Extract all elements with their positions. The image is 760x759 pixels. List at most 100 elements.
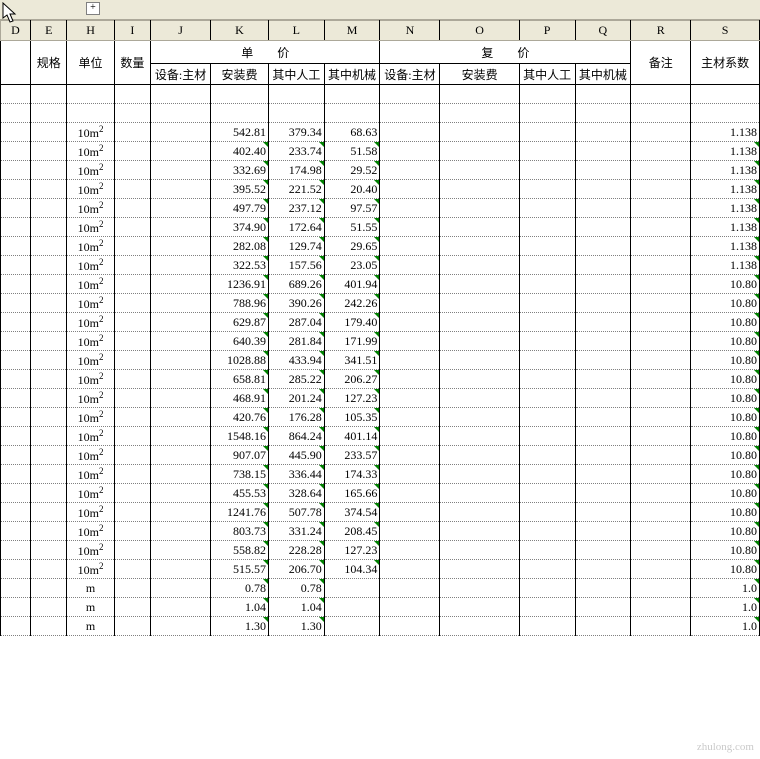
cell-l[interactable]: 328.64 [268, 484, 324, 503]
table-row[interactable]: 10m2803.73331.24208.4510.80 [1, 522, 760, 541]
cell-unit[interactable]: 10m2 [67, 465, 114, 484]
cell-s[interactable]: 10.80 [691, 446, 760, 465]
cell-m[interactable]: 171.99 [324, 332, 380, 351]
cell-m[interactable]: 206.27 [324, 370, 380, 389]
cell-l[interactable]: 176.28 [268, 408, 324, 427]
cell-k[interactable]: 738.15 [211, 465, 269, 484]
table-row[interactable]: 10m2332.69174.9829.521.138 [1, 161, 760, 180]
table-row[interactable]: 10m2 455.53328.64165.66 10.80 [1, 484, 760, 503]
cell-l[interactable]: 864.24 [268, 427, 324, 446]
table-row[interactable]: 10m21028.88433.94341.5110.80 [1, 351, 760, 370]
cell-unit[interactable]: 10m2 [67, 484, 114, 503]
cell-s[interactable]: 10.80 [691, 275, 760, 294]
cell-s[interactable]: 10.80 [691, 351, 760, 370]
cell-unit[interactable]: 10m2 [67, 313, 114, 332]
cell-k[interactable]: 542.81 [211, 123, 269, 142]
cell-l[interactable]: 379.34 [268, 123, 324, 142]
cell-s[interactable]: 10.80 [691, 465, 760, 484]
cell-l[interactable]: 336.44 [268, 465, 324, 484]
cell-m[interactable]: 165.66 [324, 484, 380, 503]
cell-s[interactable]: 1.138 [691, 199, 760, 218]
cell-m[interactable]: 20.40 [324, 180, 380, 199]
cell-unit[interactable]: m [67, 579, 114, 598]
cell-l[interactable]: 507.78 [268, 503, 324, 522]
cell-s[interactable]: 1.138 [691, 180, 760, 199]
table-row[interactable]: 10m2629.87287.04179.4010.80 [1, 313, 760, 332]
cell-m[interactable]: 127.23 [324, 541, 380, 560]
table-row[interactable]: 10m2788.96390.26242.2610.80 [1, 294, 760, 313]
col-header[interactable]: O [440, 21, 519, 41]
cell-s[interactable]: 1.138 [691, 256, 760, 275]
table-row[interactable]: 10m2640.39281.84171.9910.80 [1, 332, 760, 351]
cell-k[interactable]: 658.81 [211, 370, 269, 389]
table-row[interactable]: 10m2515.57206.70104.3410.80 [1, 560, 760, 579]
table-row[interactable]: 10m2468.91201.24127.2310.80 [1, 389, 760, 408]
cell-m[interactable]: 29.65 [324, 237, 380, 256]
cell-k[interactable]: 282.08 [211, 237, 269, 256]
cell-m[interactable]: 51.58 [324, 142, 380, 161]
cell-l[interactable]: 1.30 [268, 617, 324, 636]
cell-k[interactable]: 402.40 [211, 142, 269, 161]
cell-unit[interactable]: 10m2 [67, 180, 114, 199]
cell-m[interactable]: 401.94 [324, 275, 380, 294]
cell-l[interactable]: 221.52 [268, 180, 324, 199]
cell-k[interactable]: 1.30 [211, 617, 269, 636]
table-row[interactable]: 10m2402.40233.7451.581.138 [1, 142, 760, 161]
cell-unit[interactable]: m [67, 598, 114, 617]
cell-k[interactable]: 468.91 [211, 389, 269, 408]
cell-unit[interactable]: 10m2 [67, 161, 114, 180]
cell-m[interactable] [324, 617, 380, 636]
col-header[interactable]: K [211, 21, 269, 41]
col-header[interactable]: J [151, 21, 211, 41]
col-header[interactable]: S [691, 21, 760, 41]
cell-unit[interactable]: 10m2 [67, 560, 114, 579]
cell-m[interactable]: 127.23 [324, 389, 380, 408]
cell-s[interactable]: 1.138 [691, 237, 760, 256]
cell-m[interactable]: 179.40 [324, 313, 380, 332]
cell-m[interactable] [324, 598, 380, 617]
table-row[interactable]: 10m21236.91689.26401.9410.80 [1, 275, 760, 294]
cell-l[interactable]: 331.24 [268, 522, 324, 541]
cell-l[interactable]: 174.98 [268, 161, 324, 180]
cell-unit[interactable]: m [67, 617, 114, 636]
cell-k[interactable]: 1028.88 [211, 351, 269, 370]
cell-k[interactable]: 455.53 [211, 484, 269, 503]
cell-l[interactable]: 1.04 [268, 598, 324, 617]
cell-unit[interactable]: 10m2 [67, 256, 114, 275]
cell-unit[interactable]: 10m2 [67, 446, 114, 465]
col-header[interactable]: E [31, 21, 67, 41]
cell-l[interactable]: 228.28 [268, 541, 324, 560]
cell-l[interactable]: 689.26 [268, 275, 324, 294]
cell-unit[interactable]: 10m2 [67, 503, 114, 522]
cell-s[interactable]: 10.80 [691, 332, 760, 351]
cell-s[interactable]: 10.80 [691, 313, 760, 332]
cell-k[interactable]: 497.79 [211, 199, 269, 218]
cell-s[interactable]: 1.0 [691, 598, 760, 617]
table-row[interactable]: 10m2738.15336.44174.3310.80 [1, 465, 760, 484]
table-row[interactable]: 10m2497.79237.1297.571.138 [1, 199, 760, 218]
cell-s[interactable]: 10.80 [691, 503, 760, 522]
cell-k[interactable]: 629.87 [211, 313, 269, 332]
cell-k[interactable]: 395.52 [211, 180, 269, 199]
cell-k[interactable]: 420.76 [211, 408, 269, 427]
col-header[interactable]: H [67, 21, 114, 41]
cell-l[interactable]: 172.64 [268, 218, 324, 237]
table-row[interactable]: 10m2420.76176.28105.3510.80 [1, 408, 760, 427]
cell-s[interactable]: 10.80 [691, 484, 760, 503]
cell-m[interactable]: 29.52 [324, 161, 380, 180]
cell-k[interactable]: 803.73 [211, 522, 269, 541]
cell-k[interactable]: 1241.76 [211, 503, 269, 522]
cell-unit[interactable]: 10m2 [67, 142, 114, 161]
table-row[interactable]: 10m21548.16864.24401.1410.80 [1, 427, 760, 446]
cell-l[interactable]: 237.12 [268, 199, 324, 218]
cell-unit[interactable]: 10m2 [67, 522, 114, 541]
cell-l[interactable]: 285.22 [268, 370, 324, 389]
cell-l[interactable]: 0.78 [268, 579, 324, 598]
table-row[interactable]: 10m2374.90172.6451.551.138 [1, 218, 760, 237]
cell-l[interactable]: 445.90 [268, 446, 324, 465]
table-row[interactable]: 10m2282.08129.7429.651.138 [1, 237, 760, 256]
col-header[interactable]: D [1, 21, 31, 41]
cell-s[interactable]: 10.80 [691, 370, 760, 389]
cell-s[interactable]: 10.80 [691, 427, 760, 446]
col-header[interactable]: P [519, 21, 575, 41]
